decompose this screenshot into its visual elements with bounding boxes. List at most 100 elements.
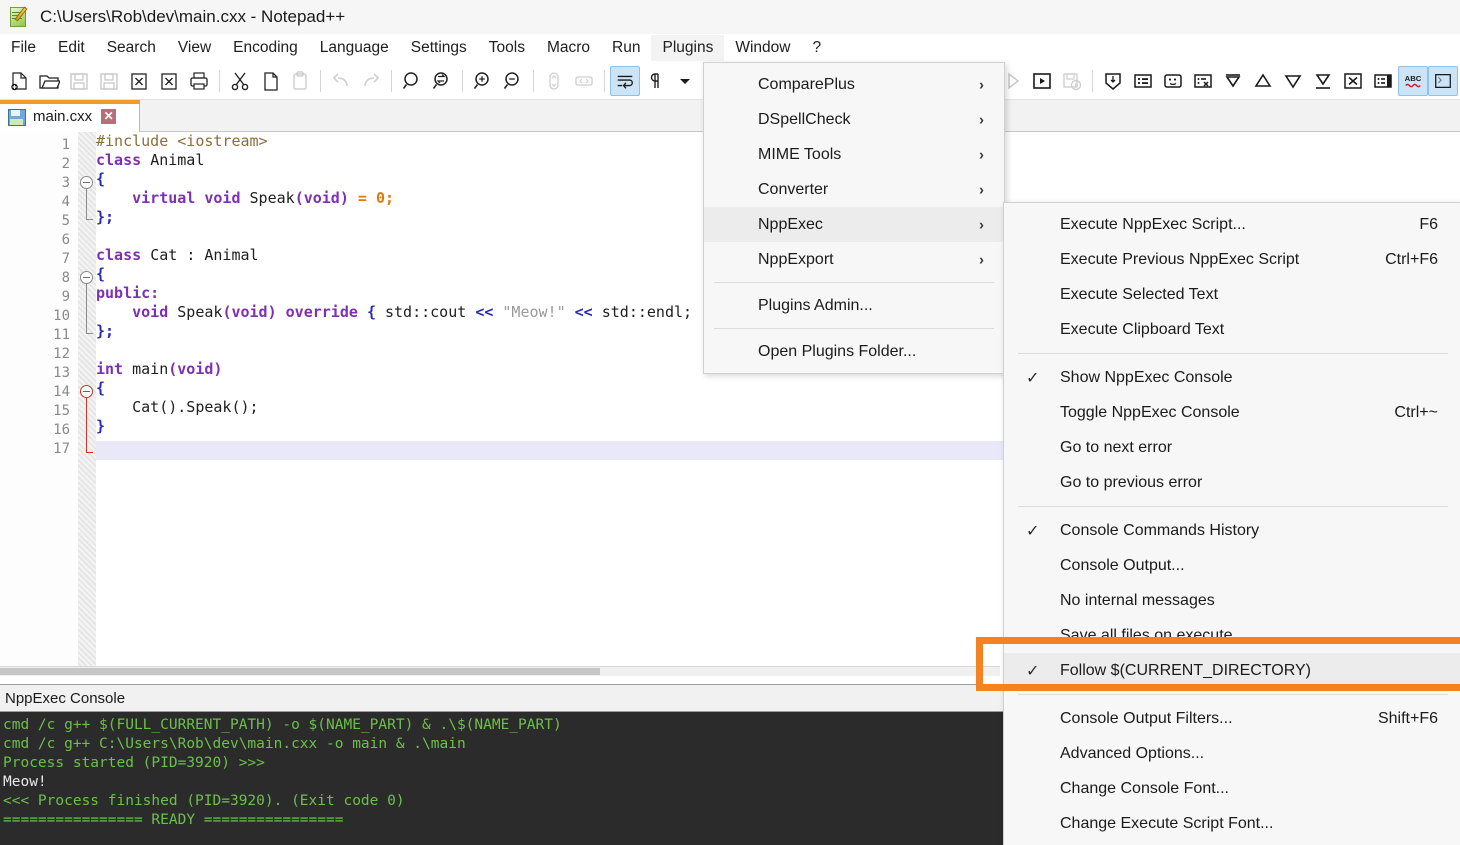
document-list-icon[interactable] xyxy=(1368,66,1398,96)
run-macro-icon[interactable] xyxy=(1027,66,1057,96)
menu-item-console-output[interactable]: Console Output... xyxy=(1004,548,1460,583)
menu-item-label: Console Commands History xyxy=(1060,522,1259,540)
menu-item-label: Save all files on execute xyxy=(1060,627,1233,645)
find-icon[interactable] xyxy=(397,66,427,96)
line-number: 12 xyxy=(10,346,70,362)
menu-language[interactable]: Language xyxy=(309,35,400,61)
menu-plugins[interactable]: Plugins xyxy=(651,35,724,61)
fold-line xyxy=(86,284,87,333)
menu-help[interactable]: ? xyxy=(801,35,832,61)
menu-item-nppexport[interactable]: NppExport › xyxy=(704,242,1004,277)
toolbar-separator xyxy=(462,70,463,92)
console-title: NppExec Console xyxy=(5,690,125,707)
replace-icon[interactable] xyxy=(427,66,457,96)
menu-run[interactable]: Run xyxy=(601,35,651,61)
zoom-in-icon[interactable] xyxy=(468,66,498,96)
fold-marker[interactable] xyxy=(80,176,93,189)
fold-marker[interactable] xyxy=(80,271,93,284)
sync-vertical-scroll-icon xyxy=(539,66,569,96)
collapse-level-icon[interactable] xyxy=(1248,66,1278,96)
zoom-out-icon[interactable] xyxy=(498,66,528,96)
menu-item-nppexec[interactable]: NppExec › xyxy=(704,207,1004,242)
menu-item-dspellcheck[interactable]: DSpellCheck › xyxy=(704,102,1004,137)
menu-item-toggle-nppexec-console[interactable]: Toggle NppExec Console Ctrl+~ xyxy=(1004,395,1460,430)
code-folding-margin[interactable] xyxy=(78,132,96,676)
show-doc-switcher-icon[interactable] xyxy=(1158,66,1188,96)
editor-horizontal-scrollbar[interactable] xyxy=(0,666,1000,676)
menu-item-label: Advanced Options... xyxy=(1060,745,1204,763)
menu-search[interactable]: Search xyxy=(96,35,167,61)
folder-as-workspace-icon[interactable] xyxy=(1428,66,1458,96)
code-token-int: int xyxy=(96,360,123,378)
menu-item-execute-clipboard-text[interactable]: Execute Clipboard Text xyxy=(1004,312,1460,347)
code-line-5: }; xyxy=(96,208,114,227)
print-icon[interactable] xyxy=(184,66,214,96)
menu-encoding[interactable]: Encoding xyxy=(222,35,309,61)
svg-text:ABC: ABC xyxy=(1405,74,1422,83)
menu-item-advanced-options[interactable]: Advanced Options... xyxy=(1004,736,1460,771)
menu-item-no-internal-messages[interactable]: No internal messages xyxy=(1004,583,1460,618)
menu-item-console-commands-history[interactable]: ✓ Console Commands History xyxy=(1004,513,1460,548)
menu-edit[interactable]: Edit xyxy=(47,35,96,61)
new-file-icon[interactable] xyxy=(4,66,34,96)
close-all-icon[interactable] xyxy=(154,66,184,96)
scrollbar-thumb[interactable] xyxy=(0,668,600,675)
expand-all-icon[interactable] xyxy=(1308,66,1338,96)
spell-check-icon[interactable]: ABC xyxy=(1398,66,1428,96)
fold-marker-active[interactable] xyxy=(80,385,93,398)
line-number: 8 xyxy=(10,270,70,286)
menu-separator xyxy=(1018,353,1448,354)
code-token-paren-void: (void) xyxy=(222,303,276,321)
menu-item-show-nppexec-console[interactable]: ✓ Show NppExec Console xyxy=(1004,360,1460,395)
show-document-map-icon[interactable] xyxy=(1098,66,1128,96)
line-number: 5 xyxy=(10,213,70,229)
copy-icon[interactable] xyxy=(255,66,285,96)
menu-item-change-console-font[interactable]: Change Console Font... xyxy=(1004,771,1460,806)
menu-item-save-all-files-on-execute[interactable]: Save all files on execute xyxy=(1004,618,1460,653)
menu-item-execute-selected-text[interactable]: Execute Selected Text xyxy=(1004,277,1460,312)
code-token-class: class xyxy=(96,246,141,264)
open-file-icon[interactable] xyxy=(34,66,64,96)
menu-item-go-to-previous-error[interactable]: Go to previous error xyxy=(1004,465,1460,500)
menu-item-console-output-filters[interactable]: Console Output Filters... Shift+F6 xyxy=(1004,701,1460,736)
plugins-dropdown-menu[interactable]: ComparePlus › DSpellCheck › MIME Tools ›… xyxy=(703,62,1005,374)
nppexec-submenu[interactable]: Execute NppExec Script... F6 Execute Pre… xyxy=(1003,202,1460,845)
menu-item-go-to-next-error[interactable]: Go to next error xyxy=(1004,430,1460,465)
menu-file[interactable]: File xyxy=(0,35,47,61)
menu-tools[interactable]: Tools xyxy=(478,35,536,61)
dropdown-arrow-icon[interactable] xyxy=(670,66,700,96)
tab-main-cxx[interactable]: main.cxx ✕ xyxy=(0,100,140,132)
menu-item-converter[interactable]: Converter › xyxy=(704,172,1004,207)
menu-item-execute-nppexec-script[interactable]: Execute NppExec Script... F6 xyxy=(1004,207,1460,242)
notepadpp-window: C:\Users\Rob\dev\main.cxx - Notepad++ Fi… xyxy=(0,0,1460,845)
menu-item-plugins-admin[interactable]: Plugins Admin... xyxy=(704,288,1004,323)
tab-label: main.cxx xyxy=(33,108,92,125)
menu-item-follow-current-directory[interactable]: ✓ Follow $(CURRENT_DIRECTORY) xyxy=(1004,653,1460,688)
show-project-panel-icon[interactable] xyxy=(1188,66,1218,96)
show-all-characters-icon[interactable] xyxy=(640,66,670,96)
menu-item-label: NppExec xyxy=(758,216,823,234)
cut-icon[interactable] xyxy=(225,66,255,96)
menu-window[interactable]: Window xyxy=(724,35,801,61)
collapse-all-icon[interactable] xyxy=(1218,66,1248,96)
menu-item-open-plugins-folder[interactable]: Open Plugins Folder... xyxy=(704,334,1004,369)
close-icon[interactable] xyxy=(124,66,154,96)
menu-item-compareplus[interactable]: ComparePlus › xyxy=(704,67,1004,102)
close-icon[interactable]: ✕ xyxy=(101,109,116,124)
show-function-list-icon[interactable] xyxy=(1128,66,1158,96)
menu-macro[interactable]: Macro xyxy=(536,35,601,61)
chevron-right-icon: › xyxy=(979,181,984,198)
expand-level-icon[interactable] xyxy=(1278,66,1308,96)
menu-item-mime-tools[interactable]: MIME Tools › xyxy=(704,137,1004,172)
hide-lines-icon[interactable] xyxy=(1338,66,1368,96)
code-token-void: void xyxy=(204,189,240,207)
menu-item-change-execute-script-font[interactable]: Change Execute Script Font... xyxy=(1004,806,1460,841)
line-number: 14 xyxy=(10,384,70,400)
code-token-animal: Animal xyxy=(150,151,204,169)
menu-item-execute-previous-nppexec-script[interactable]: Execute Previous NppExec Script Ctrl+F6 xyxy=(1004,242,1460,277)
menu-item-shortcut: F6 xyxy=(1419,216,1438,234)
word-wrap-icon[interactable] xyxy=(610,66,640,96)
menu-view[interactable]: View xyxy=(167,35,222,61)
code-token-shift: << xyxy=(475,303,493,321)
menu-settings[interactable]: Settings xyxy=(400,35,478,61)
